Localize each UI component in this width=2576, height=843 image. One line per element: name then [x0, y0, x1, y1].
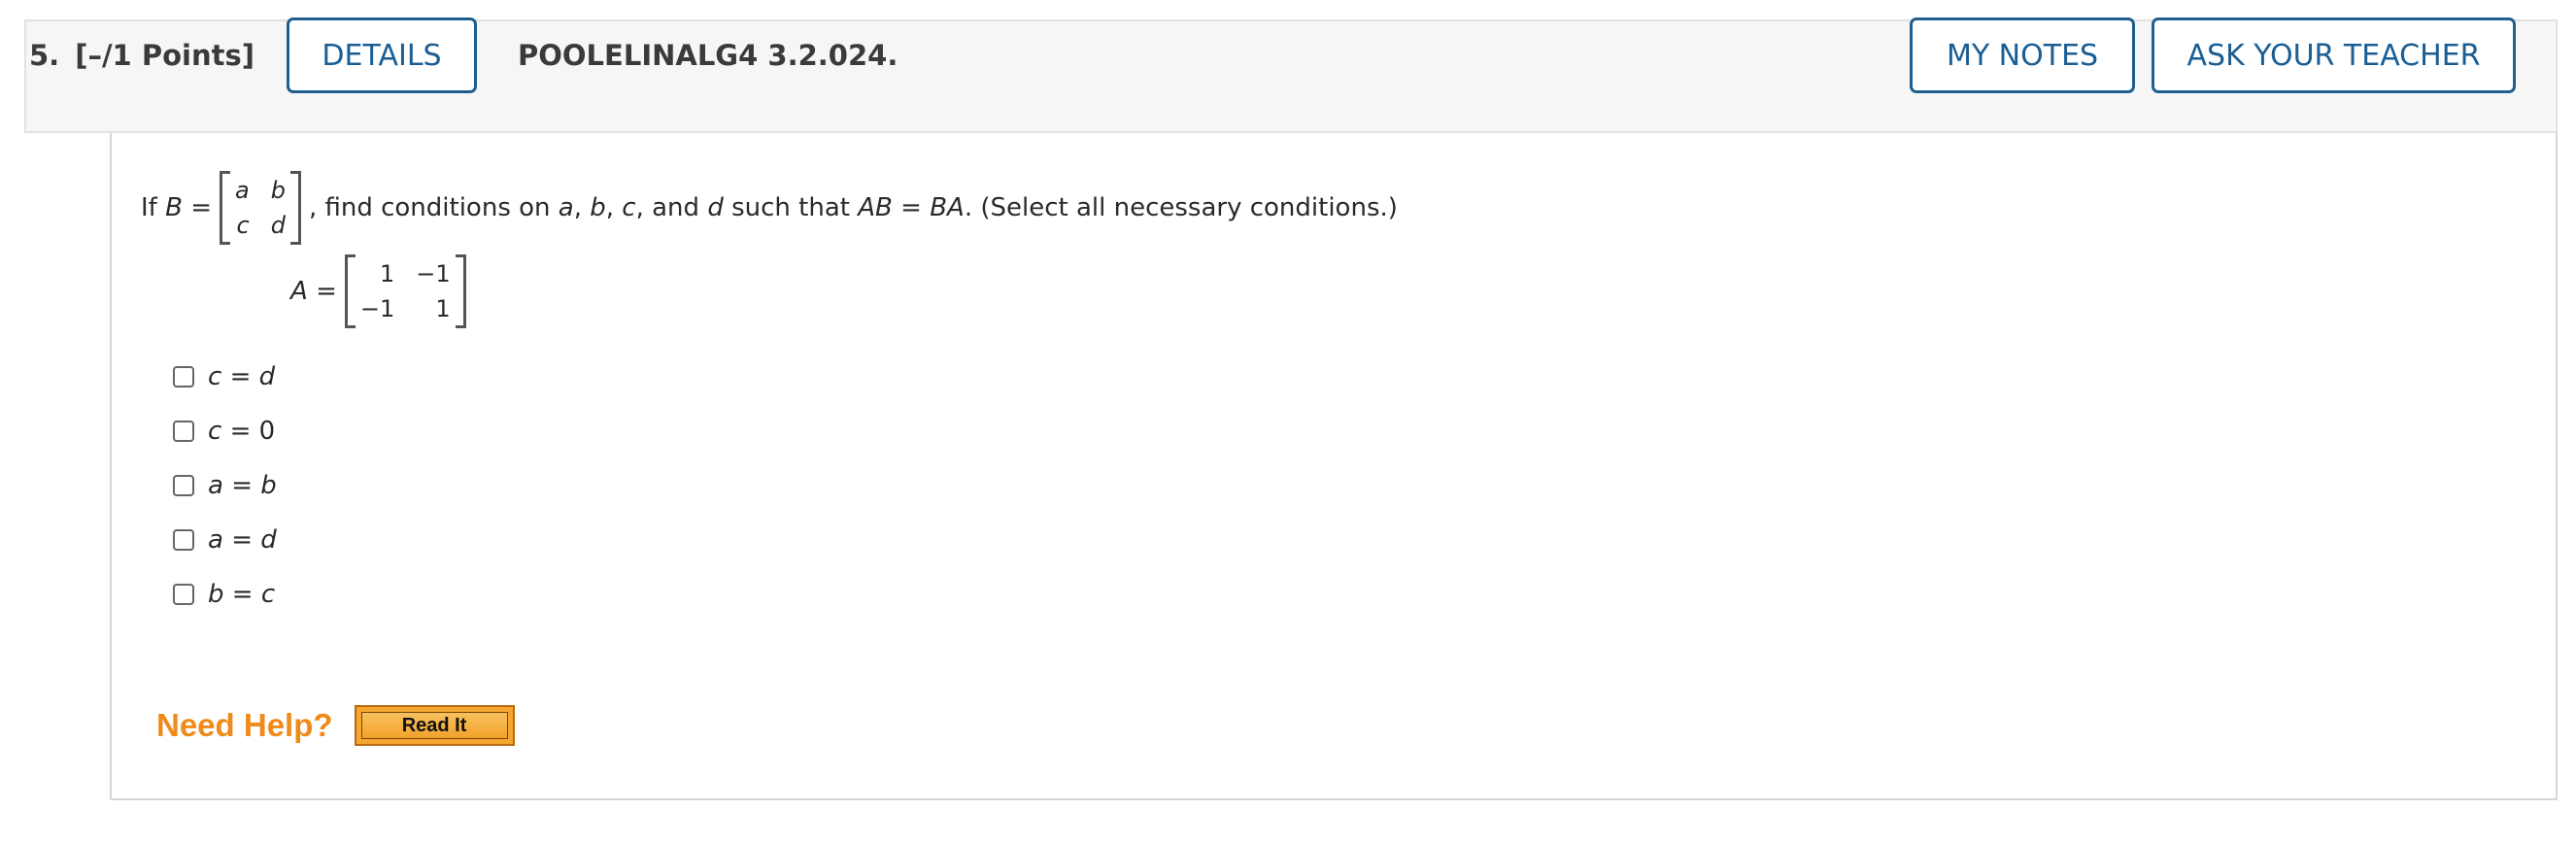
option-lhs: a	[208, 471, 223, 500]
option-lhs: c	[208, 417, 222, 446]
prompt-var-b: b	[590, 193, 606, 222]
read-it-button[interactable]: Read It	[354, 705, 515, 746]
question-prompt: If B = a b c d , find conditions on a, b…	[141, 171, 1398, 245]
matrix-a-label: A	[290, 277, 308, 306]
matrix-a-equals: =	[316, 277, 337, 306]
option-rhs: b	[260, 471, 277, 500]
prompt-sep: ,	[605, 193, 615, 222]
option-op: =	[231, 525, 253, 555]
details-button[interactable]: DETAILS	[287, 17, 477, 93]
prompt-equals: =	[900, 193, 922, 222]
prompt-sep: ,	[573, 193, 582, 222]
matrix-a-definition: A = 1 −1 −1 1	[290, 254, 474, 328]
option-a-equals-d[interactable]: a = d	[173, 513, 277, 567]
need-help-label: Need Help?	[156, 707, 333, 743]
prompt-sep: , and	[635, 193, 700, 222]
option-rhs: d	[260, 525, 277, 555]
prompt-ba: BA	[930, 193, 965, 222]
prompt-ab: AB	[858, 193, 893, 222]
prompt-text-1: , find conditions on	[308, 193, 551, 222]
option-checkbox[interactable]	[173, 584, 194, 605]
matrix-b-cell: c	[236, 212, 250, 239]
prompt-var-c: c	[622, 193, 636, 222]
option-rhs: d	[258, 362, 276, 391]
matrix-a-cell: 1	[379, 260, 395, 287]
prompt-equals: =	[190, 193, 212, 222]
my-notes-button[interactable]: MY NOTES	[1910, 17, 2135, 93]
option-a-equals-b[interactable]: a = b	[173, 458, 277, 513]
option-lhs: a	[208, 525, 223, 555]
matrix-a-cell: −1	[359, 295, 395, 322]
matrix-b-cell: a	[235, 177, 250, 204]
read-it-label: Read It	[360, 712, 508, 739]
matrix-b: a b c d	[220, 171, 301, 245]
matrix-a-cell: 1	[435, 295, 451, 322]
matrix-a-cell: −1	[416, 260, 451, 287]
matrix-b-cell: d	[270, 212, 286, 239]
question-id: POOLELINALG4 3.2.024.	[518, 39, 898, 72]
ask-teacher-button[interactable]: ASK YOUR TEACHER	[2152, 17, 2516, 93]
option-rhs: 0	[258, 417, 276, 446]
prompt-var-b: B	[165, 193, 183, 222]
prompt-var-a: a	[558, 193, 574, 222]
option-c-equals-d[interactable]: c = d	[173, 350, 277, 404]
prompt-var-d: d	[707, 193, 724, 222]
option-checkbox[interactable]	[173, 421, 194, 442]
option-checkbox[interactable]	[173, 529, 194, 551]
matrix-a: 1 −1 −1 1	[344, 254, 466, 328]
prompt-prefix: If	[141, 193, 157, 222]
option-op: =	[229, 417, 252, 446]
prompt-text-3: . (Select all necessary conditions.)	[964, 193, 1398, 222]
option-lhs: b	[208, 580, 224, 609]
option-c-equals-0[interactable]: c = 0	[173, 404, 277, 458]
option-lhs: c	[208, 362, 222, 391]
answer-options: c = d c = 0 a = b a = d b = c	[173, 350, 277, 622]
prompt-text-2: such that	[731, 193, 850, 222]
question-number-label: 5.	[29, 39, 60, 72]
question-points: [–/1 Points]	[75, 39, 254, 72]
option-b-equals-c[interactable]: b = c	[173, 567, 277, 622]
matrix-b-cell: b	[270, 177, 286, 204]
question-number: 5. [–/1 Points]	[29, 39, 254, 72]
option-op: =	[229, 362, 252, 391]
option-op: =	[231, 580, 254, 609]
option-checkbox[interactable]	[173, 475, 194, 496]
option-rhs: c	[260, 580, 276, 609]
option-checkbox[interactable]	[173, 366, 194, 388]
need-help: Need Help? Read It	[156, 705, 515, 746]
option-op: =	[231, 471, 253, 500]
